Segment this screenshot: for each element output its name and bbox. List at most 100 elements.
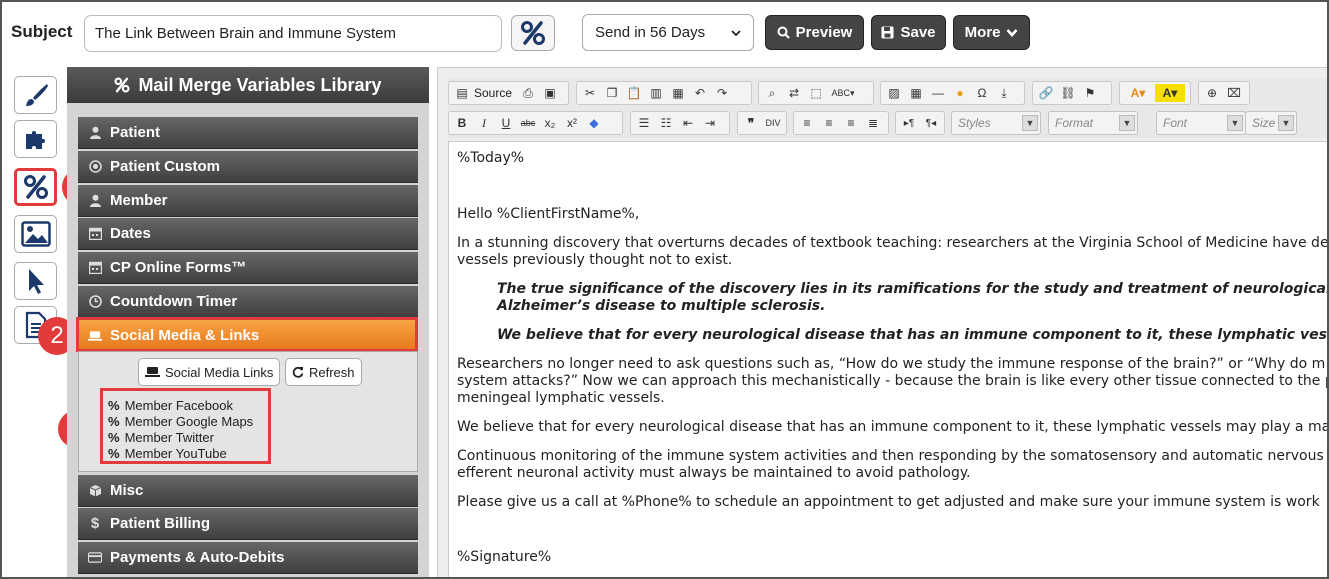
italic-icon[interactable]: I bbox=[474, 114, 494, 132]
source-button[interactable]: Source bbox=[474, 86, 512, 100]
dropdown-arrow-icon: ▼ bbox=[1022, 115, 1038, 131]
page-break-icon[interactable]: ⤓ bbox=[994, 84, 1014, 102]
social-media-links-button[interactable]: Social Media Links bbox=[138, 358, 281, 386]
paste-icon[interactable]: 📋 bbox=[624, 84, 644, 102]
category-misc[interactable]: Misc bbox=[78, 475, 418, 507]
find-icon[interactable]: ⌕ bbox=[762, 84, 782, 102]
insert-variable-button[interactable] bbox=[511, 15, 555, 51]
background-color-icon[interactable]: A▾ bbox=[1155, 84, 1185, 102]
cut-icon[interactable]: ✂ bbox=[580, 84, 600, 102]
select-pointer-button[interactable] bbox=[14, 262, 57, 300]
save-button[interactable]: Save bbox=[871, 15, 946, 50]
align-right-icon[interactable]: ≡ bbox=[841, 114, 861, 132]
superscript-icon[interactable]: x² bbox=[562, 114, 582, 132]
underline-icon[interactable]: U bbox=[496, 114, 516, 132]
select-all-icon[interactable]: ⬚ bbox=[806, 84, 826, 102]
undo-icon[interactable]: ↶ bbox=[690, 84, 710, 102]
indent-icon[interactable]: ⇥ bbox=[700, 114, 720, 132]
cursor-arrow-icon bbox=[28, 269, 44, 294]
maximize-icon[interactable]: ⊕ bbox=[1202, 84, 1222, 102]
category-cp-online-forms[interactable]: CP Online Forms™ bbox=[78, 252, 418, 284]
category-patient[interactable]: Patient bbox=[78, 117, 418, 149]
doc-line: system attacks?” Now we can approach thi… bbox=[457, 373, 1329, 389]
refresh-button[interactable]: Refresh bbox=[285, 358, 362, 386]
save-button-label: Save bbox=[900, 24, 936, 41]
doc-line: vessels previously thought not to exist. bbox=[457, 252, 733, 268]
social-media-links-button-label: Social Media Links bbox=[165, 364, 274, 380]
numbered-list-icon[interactable]: ☰ bbox=[634, 114, 654, 132]
percent-icon bbox=[23, 175, 48, 199]
subscript-icon[interactable]: x₂ bbox=[540, 114, 560, 132]
remove-format-icon[interactable]: ◆ bbox=[584, 114, 604, 132]
print-icon[interactable]: ⎙ bbox=[518, 84, 538, 102]
category-member[interactable]: Member bbox=[78, 185, 418, 217]
ltr-icon[interactable]: ▸¶ bbox=[899, 114, 919, 132]
editor-toolbar-row-1: ▤ Source ⎙ ▣ ✂ ❐ 📋 ▥ ▦ ↶ ↷ ⌕ ⇄ ⬚ ABC▾ ▨ … bbox=[448, 78, 1327, 108]
calendar-icon bbox=[88, 261, 102, 275]
plugins-button[interactable] bbox=[14, 120, 57, 158]
strikethrough-icon[interactable]: abc bbox=[518, 114, 538, 132]
format-combo[interactable]: Format ▼ bbox=[1048, 111, 1138, 135]
puzzle-piece-icon bbox=[25, 131, 45, 149]
outdent-icon[interactable]: ⇤ bbox=[678, 114, 698, 132]
calendar-icon bbox=[88, 227, 102, 241]
font-combo[interactable]: Font ▼ bbox=[1156, 111, 1246, 135]
library-title-text: Mail Merge Variables Library bbox=[138, 74, 382, 95]
link-icon[interactable]: 🔗 bbox=[1036, 84, 1056, 102]
preview-button[interactable]: Preview bbox=[765, 15, 864, 50]
design-brush-button[interactable] bbox=[14, 76, 57, 114]
image-icon[interactable]: ▨ bbox=[884, 84, 904, 102]
toolbar-group-colors: A▾ A▾ bbox=[1119, 81, 1191, 105]
redo-icon[interactable]: ↷ bbox=[712, 84, 732, 102]
special-char-icon[interactable]: Ω bbox=[972, 84, 992, 102]
category-payments-auto-debits[interactable]: Payments & Auto-Debits bbox=[78, 542, 418, 574]
styles-combo[interactable]: Styles ▼ bbox=[951, 111, 1041, 135]
size-combo[interactable]: Size ▼ bbox=[1245, 111, 1297, 135]
mail-merge-variables-button[interactable] bbox=[14, 168, 57, 206]
blockquote-icon[interactable]: ❞ bbox=[741, 114, 761, 132]
category-countdown-timer[interactable]: Countdown Timer bbox=[78, 286, 418, 318]
send-schedule-select[interactable]: Send in 56 Days bbox=[582, 14, 754, 51]
more-button-label: More bbox=[964, 24, 1001, 41]
category-label: CP Online Forms™ bbox=[110, 259, 247, 276]
align-center-icon[interactable]: ≡ bbox=[819, 114, 839, 132]
replace-icon[interactable]: ⇄ bbox=[784, 84, 804, 102]
show-blocks-icon[interactable]: ⌧ bbox=[1224, 84, 1244, 102]
toolbar-group-document: ▤ Source ⎙ ▣ bbox=[448, 81, 569, 105]
format-combo-label: Format bbox=[1055, 116, 1094, 130]
copy-icon[interactable]: ❐ bbox=[602, 84, 622, 102]
doc-quote-line: Alzheimer’s disease to multiple sclerosi… bbox=[497, 298, 826, 314]
horizontal-line-icon[interactable]: ― bbox=[928, 84, 948, 102]
smiley-icon[interactable]: ● bbox=[950, 84, 970, 102]
unlink-icon[interactable]: ⛓ bbox=[1058, 84, 1078, 102]
toolbar-group-lists: ☰ ☷ ⇤ ⇥ bbox=[630, 111, 730, 135]
category-patient-custom[interactable]: Patient Custom bbox=[78, 151, 418, 183]
editor-toolbar-row-2: B I U abc x₂ x² ◆ ☰ ☷ ⇤ ⇥ ❞ DIV ≡ ≡ ≡ ≣ … bbox=[448, 108, 1327, 138]
save-doc-icon[interactable]: ▣ bbox=[540, 84, 560, 102]
image-library-button[interactable] bbox=[14, 215, 57, 253]
category-dates[interactable]: Dates bbox=[78, 218, 418, 250]
source-icon[interactable]: ▤ bbox=[452, 84, 472, 102]
target-icon bbox=[88, 160, 102, 174]
table-icon[interactable]: ▦ bbox=[906, 84, 926, 102]
search-icon bbox=[777, 26, 790, 39]
div-container-icon[interactable]: DIV bbox=[763, 114, 783, 132]
paste-word-icon[interactable]: ▦ bbox=[668, 84, 688, 102]
rtl-icon[interactable]: ¶◂ bbox=[921, 114, 941, 132]
refresh-button-label: Refresh bbox=[309, 364, 355, 380]
category-patient-billing[interactable]: $ Patient Billing bbox=[78, 508, 418, 540]
anchor-flag-icon[interactable]: ⚑ bbox=[1080, 84, 1100, 102]
align-justify-icon[interactable]: ≣ bbox=[863, 114, 883, 132]
bulleted-list-icon[interactable]: ☷ bbox=[656, 114, 676, 132]
align-left-icon[interactable]: ≡ bbox=[797, 114, 817, 132]
spellcheck-icon[interactable]: ABC▾ bbox=[828, 84, 858, 102]
category-label: Member bbox=[110, 192, 168, 209]
toolbar-group-tools: ⊕ ⌧ bbox=[1198, 81, 1250, 105]
document-body[interactable]: %Today% Hello %ClientFirstName%, In a st… bbox=[448, 141, 1329, 577]
floppy-disk-icon bbox=[881, 26, 894, 39]
subject-input[interactable]: The Link Between Brain and Immune System bbox=[84, 15, 502, 52]
text-color-icon[interactable]: A▾ bbox=[1123, 84, 1153, 102]
bold-icon[interactable]: B bbox=[452, 114, 472, 132]
paste-text-icon[interactable]: ▥ bbox=[646, 84, 666, 102]
more-button[interactable]: More bbox=[953, 15, 1030, 50]
